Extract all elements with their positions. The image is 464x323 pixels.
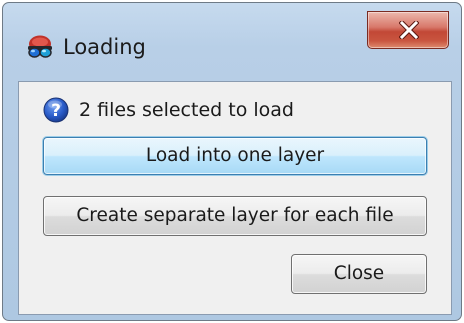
svg-text:?: ? — [51, 101, 61, 121]
close-button[interactable]: Close — [291, 254, 427, 294]
load-into-one-layer-button[interactable]: Load into one layer — [43, 137, 427, 175]
dialog-body: ? 2 files selected to load Load into one… — [18, 81, 452, 315]
create-separate-layers-button[interactable]: Create separate layer for each file — [43, 196, 427, 236]
loading-dialog: Loading ? 2 files selected to load Load … — [2, 2, 462, 321]
window-title: Loading — [63, 35, 146, 59]
title-bar[interactable]: Loading — [3, 3, 461, 81]
window-close-button[interactable] — [367, 11, 449, 49]
question-icon: ? — [43, 97, 69, 123]
selection-count-text: 2 files selected to load — [79, 99, 294, 121]
close-x-icon — [399, 21, 419, 39]
3d-glasses-icon — [27, 35, 53, 61]
